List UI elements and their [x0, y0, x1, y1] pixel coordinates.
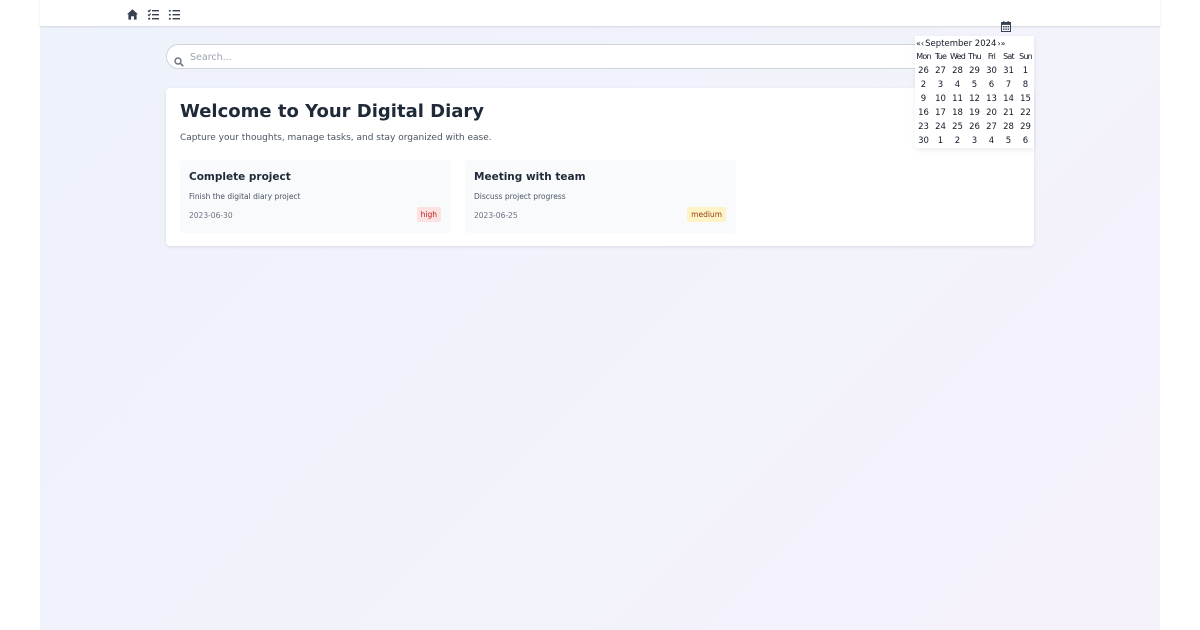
calendar-header: « ‹ September 2024 › » [916, 38, 1006, 49]
page-subtitle: Capture your thoughts, manage tasks, and… [180, 133, 492, 143]
top-navbar [40, 0, 1160, 26]
calendar-prev-month-button[interactable]: ‹ [921, 39, 924, 48]
calendar-day[interactable]: 12 [966, 92, 983, 106]
calendar-week-row: 16 17 18 19 20 21 22 [915, 106, 1034, 120]
calendar-day[interactable]: 1 [1017, 64, 1034, 78]
calendar-weekday: Mon [916, 52, 931, 61]
calendar-day[interactable]: 2 [949, 134, 966, 148]
task-title: Complete project [189, 171, 291, 183]
calendar-day[interactable]: 7 [1000, 78, 1017, 92]
calendar-day[interactable]: 20 [983, 106, 1000, 120]
task-card[interactable]: Meeting with team Discuss project progre… [465, 160, 736, 233]
calendar-day[interactable]: 6 [983, 78, 1000, 92]
calendar-weekday: Tue [934, 52, 947, 61]
calendar-day[interactable]: 8 [1017, 78, 1034, 92]
calendar-day[interactable]: 18 [949, 106, 966, 120]
calendar-week-row: 23 24 25 26 27 28 29 [915, 120, 1034, 134]
calendar-day[interactable]: 9 [915, 92, 932, 106]
calendar-day[interactable]: 5 [966, 78, 983, 92]
calendar-day[interactable]: 2 [915, 78, 932, 92]
calendar-day[interactable]: 5 [1000, 134, 1017, 148]
calendar-day[interactable]: 29 [966, 64, 983, 78]
calendar-day[interactable]: 31 [1000, 64, 1017, 78]
calendar-day[interactable]: 19 [966, 106, 983, 120]
calendar-month-label: September 2024 [925, 38, 997, 49]
calendar-next-year-button[interactable]: » [1001, 39, 1006, 48]
calendar-week-row: 9 10 11 12 13 14 15 [915, 92, 1034, 106]
task-title: Meeting with team [474, 171, 586, 183]
calendar-day[interactable]: 17 [932, 106, 949, 120]
calendar-day[interactable]: 6 [1017, 134, 1034, 148]
tasks-icon[interactable] [147, 6, 160, 20]
calendar-weekday-row: Mon Tue Wed Thu Fri Sat Sun [915, 50, 1034, 64]
calendar-day[interactable]: 26 [966, 120, 983, 134]
calendar-day[interactable]: 29 [1017, 120, 1034, 134]
task-card[interactable]: Complete project Finish the digital diar… [180, 160, 451, 233]
calendar-day[interactable]: 1 [932, 134, 949, 148]
calendar-day[interactable]: 28 [1000, 120, 1017, 134]
calendar-day[interactable]: 25 [949, 120, 966, 134]
calendar-day[interactable]: 13 [983, 92, 1000, 106]
calendar-day[interactable]: 23 [915, 120, 932, 134]
calendar-weekday: Sat [1003, 52, 1015, 61]
calendar-grid: Mon Tue Wed Thu Fri Sat Sun 26 27 28 29 30 31 1 2 3 4 5 6 7… [915, 50, 1034, 148]
task-date: 2023-06-25 [474, 211, 518, 220]
calendar-weekday: Sun [1019, 52, 1033, 61]
calendar-weekday: Thu [968, 52, 981, 61]
calendar-day[interactable]: 16 [915, 106, 932, 120]
calendar-day[interactable]: 26 [915, 64, 932, 78]
calendar-day[interactable]: 21 [1000, 106, 1017, 120]
list-icon[interactable] [168, 6, 181, 20]
calendar-day[interactable]: 30 [983, 64, 1000, 78]
calendar-week-row: 30 1 2 3 4 5 6 [915, 134, 1034, 148]
calendar-day[interactable]: 4 [949, 78, 966, 92]
calendar-week-row: 2345678 [915, 78, 1034, 92]
welcome-card: Welcome to Your Digital Diary Capture yo… [166, 88, 1034, 246]
calendar-day[interactable]: 27 [932, 64, 949, 78]
calendar-day[interactable]: 15 [1017, 92, 1034, 106]
task-description: Finish the digital diary project [189, 192, 301, 201]
task-description: Discuss project progress [474, 192, 566, 201]
calendar-day[interactable]: 10 [932, 92, 949, 106]
home-icon[interactable] [126, 6, 139, 20]
calendar-weekday: Fri [987, 52, 996, 61]
calendar-day[interactable]: 28 [949, 64, 966, 78]
search-bar [166, 44, 1034, 69]
priority-badge: medium [687, 207, 726, 222]
calendar-weekday: Wed [949, 52, 966, 61]
calendar-day[interactable]: 27 [983, 120, 1000, 134]
task-date: 2023-06-30 [189, 211, 233, 220]
calendar-day[interactable]: 3 [966, 134, 983, 148]
search-icon [174, 52, 184, 67]
calendar-icon[interactable] [1001, 17, 1011, 32]
calendar-day[interactable]: 22 [1017, 106, 1034, 120]
calendar-day[interactable]: 11 [949, 92, 966, 106]
calendar-day[interactable]: 30 [915, 134, 932, 148]
search-input[interactable] [190, 49, 890, 65]
calendar-day[interactable]: 14 [1000, 92, 1017, 106]
calendar-day[interactable]: 24 [932, 120, 949, 134]
nav-icon-group [126, 6, 181, 20]
calendar-week-row: 26 27 28 29 30 31 1 [915, 64, 1034, 78]
page-title: Welcome to Your Digital Diary [180, 101, 485, 122]
priority-badge: high [416, 207, 441, 222]
calendar-day[interactable]: 3 [932, 78, 949, 92]
calendar-day[interactable]: 4 [983, 134, 1000, 148]
calendar-popup: « ‹ September 2024 › » Mon Tue Wed Thu Fri Sa… [915, 36, 1034, 148]
